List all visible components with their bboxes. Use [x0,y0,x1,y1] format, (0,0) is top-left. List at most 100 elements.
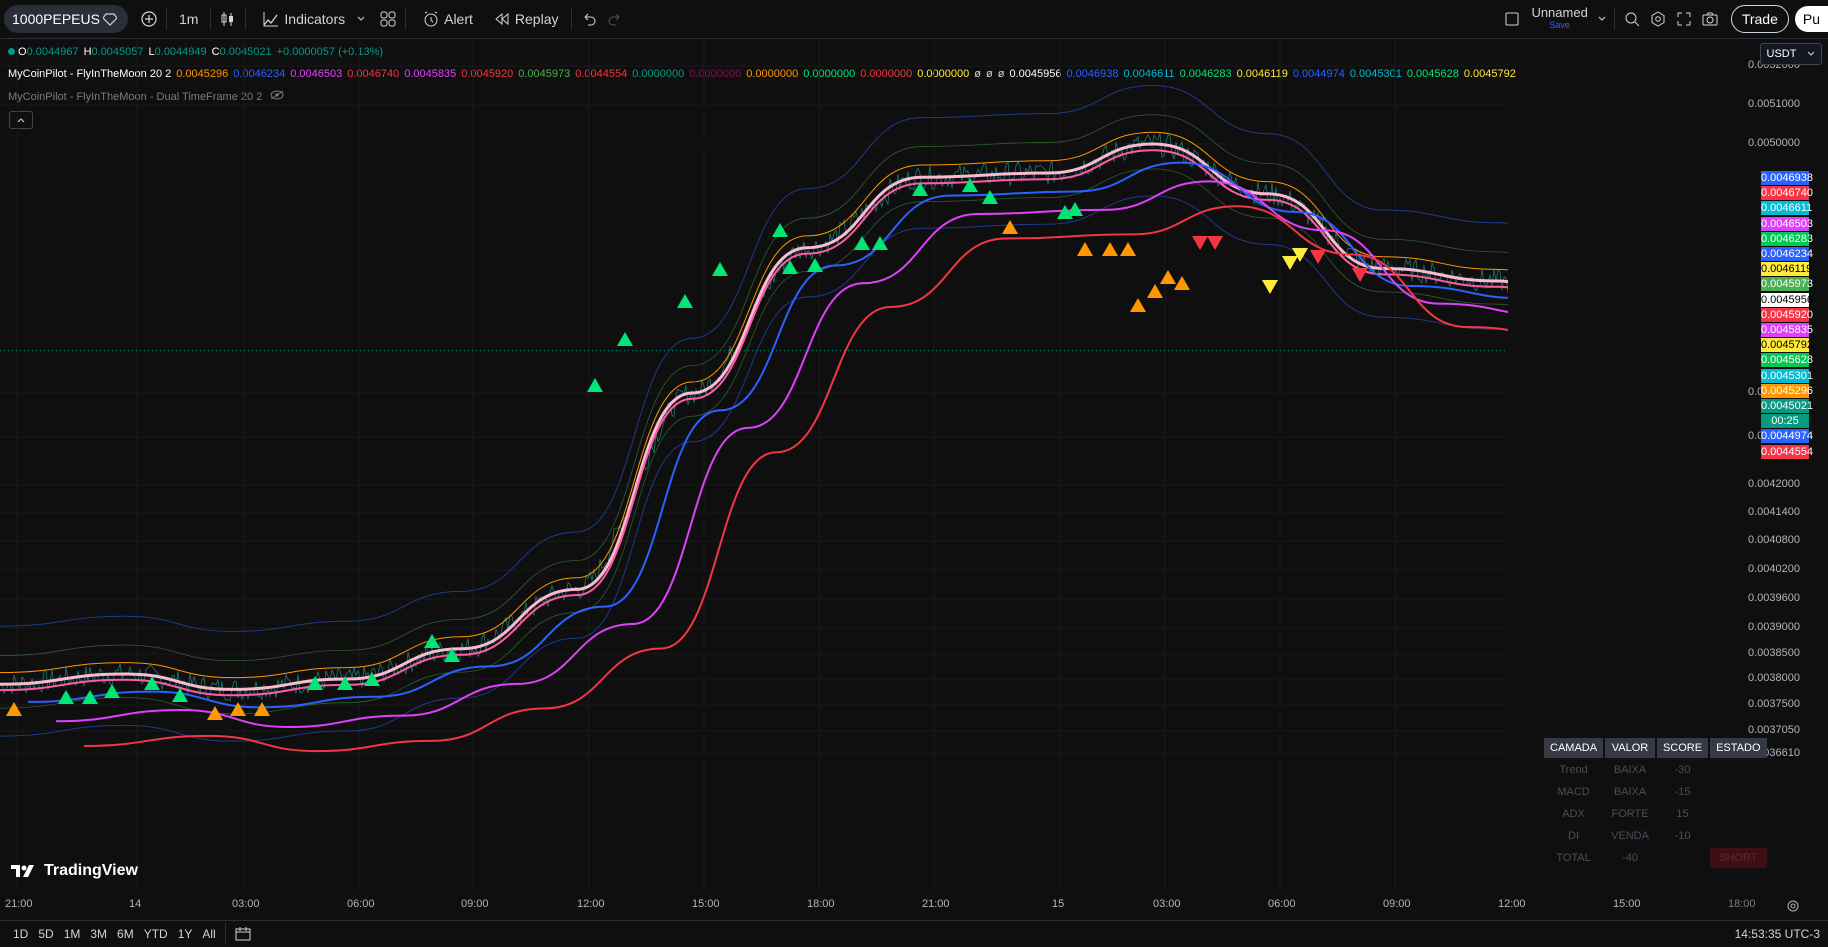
table-cell: ADX [1562,808,1585,820]
buy-signal-marker [424,634,440,648]
layout-save-label: Save [1549,20,1570,30]
table-cell: BAIXA [1613,786,1647,798]
clock[interactable]: 14:53:35 UTC-3 [1735,927,1820,941]
tradingview-logo[interactable]: TradingView [10,862,138,880]
table-cell: Trend [1559,764,1588,776]
price-tag: 0.0045973 [1761,277,1813,292]
buy-signal-marker [1120,242,1136,256]
axis-settings-icon[interactable] [1780,893,1806,919]
range-button[interactable]: All [202,927,215,941]
symbol-search-button[interactable]: 1000PEPEUS [4,5,128,33]
time-tick-label: 09:00 [461,898,489,910]
undo-icon[interactable] [576,6,602,32]
buy-signal-marker [854,236,870,250]
price-tag: 00:25 [1761,414,1809,429]
range-button[interactable]: 3M [90,927,107,941]
price-tag: 0.0045920 [1761,307,1813,322]
table-row: MACD BAIXA -15 [1544,782,1767,802]
sell-signal-marker [1352,268,1368,282]
score-table: CAMADA VALOR SCORE ESTADO Trend BAIXA -30 MACD… [1542,736,1769,870]
indicators-label: Indicators [284,11,346,27]
price-tick-label: 0.0039000 [1748,621,1800,633]
chevron-down-icon[interactable] [353,6,369,32]
price-tick-label: 0.0041400 [1748,506,1800,518]
indicators-button[interactable]: Indicators [250,5,353,33]
buy-signal-marker [1067,202,1083,216]
alarm-clock-icon [418,6,444,32]
table-cell: VENDA [1611,830,1649,842]
price-tag: 0.0046503 [1761,216,1813,231]
divider [570,8,572,30]
camera-icon[interactable] [1697,6,1723,32]
replay-button[interactable]: Replay [481,5,567,33]
range-button[interactable]: YTD [144,927,168,941]
price-tag: 0.0046283 [1761,231,1813,246]
buy-signal-marker [58,690,74,704]
currency-selector[interactable]: USDT [1760,43,1822,65]
table-row: TOTAL -40 SHORT [1544,848,1767,868]
chevron-down-icon [1808,51,1815,56]
templates-icon[interactable] [375,6,401,32]
price-tag: 0.0045792 [1761,338,1813,353]
price-tick-label: 0.0042000 [1748,478,1800,490]
range-button[interactable]: 1Y [178,927,193,941]
fullscreen-icon[interactable] [1671,6,1697,32]
time-tick-label: 14 [129,898,142,910]
buy-signal-marker [104,684,120,698]
price-tag: 0.0046938 [1761,171,1813,185]
trade-button[interactable]: Trade [1730,5,1789,33]
calendar-range-icon[interactable] [230,921,256,947]
score-header: VALOR [1605,738,1655,758]
buy-signal-marker [1102,242,1118,256]
moving-average-line [0,142,1508,691]
alert-button[interactable]: Alert [410,5,481,33]
chevron-down-icon[interactable] [1594,6,1610,32]
divider [245,8,247,30]
price-tag: 0.0045835 [1761,323,1813,337]
publish-button[interactable]: Pu [1794,6,1828,32]
table-cell: 15 [1676,808,1689,820]
price-tag: 0.0046611 [1761,201,1813,216]
sell-signal-marker [1192,236,1208,250]
layout-name-button[interactable]: Unnamed Save [1531,6,1587,31]
add-symbol-icon[interactable] [136,6,162,32]
table-cell: BAIXA [1613,764,1647,776]
divider [1613,8,1615,30]
redo-icon[interactable] [602,6,628,32]
price-chart[interactable] [0,38,1508,908]
buy-signal-marker [712,262,728,276]
candles-icon[interactable] [215,6,241,32]
buy-signal-marker [6,702,22,716]
tradingview-logo-icon [11,865,34,877]
buy-signal-marker [982,190,998,204]
score-header: SCORE [1656,738,1709,758]
time-tick-label: 18:00 [1728,898,1756,910]
table-row: ADX FORTE 15 [1544,804,1767,824]
price-tick-label: 0.0040200 [1748,563,1800,575]
buy-signal-marker [254,702,270,716]
sell-signal-marker [1310,250,1326,264]
moving-average-line [0,131,1508,679]
score-header: CAMADA [1544,738,1604,758]
range-button[interactable]: 1M [64,927,81,941]
table-cell: DI [1568,830,1580,842]
time-tick-label: 15:00 [1613,898,1641,910]
time-tick-label: 15 [1052,898,1065,910]
sell-signal-marker [1262,280,1278,294]
moving-average-line [0,195,1508,742]
table-cell [1657,848,1708,868]
moving-average-line [0,149,1508,697]
alert-label: Alert [444,11,473,27]
buy-signal-marker [1002,220,1018,234]
price-tag: 0.0045296 [1761,383,1813,398]
buy-signal-marker [1147,284,1163,298]
range-button[interactable]: 5D [38,927,53,941]
settings-icon[interactable] [1645,6,1671,32]
layout-icon[interactable] [1499,6,1525,32]
interval-button[interactable]: 1m [171,5,206,33]
range-button[interactable]: 1D [13,927,28,941]
buy-signal-marker [617,332,633,346]
range-button[interactable]: 6M [117,927,134,941]
quick-search-icon[interactable] [1619,6,1645,32]
price-tick-label: 0.0040800 [1748,534,1800,546]
